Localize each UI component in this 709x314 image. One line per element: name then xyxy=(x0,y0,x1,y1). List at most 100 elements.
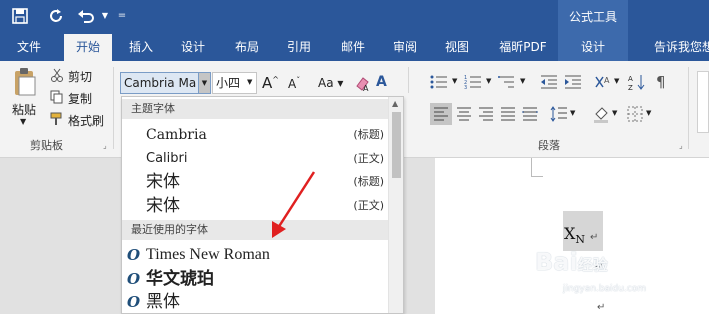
equation[interactable]: XN xyxy=(564,224,585,246)
shading-icon[interactable] xyxy=(592,105,610,123)
font-option-label: Times New Roman xyxy=(146,246,270,263)
clipboard-group-label: 剪贴板 xyxy=(30,139,63,152)
paragraph-launcher-icon[interactable]: ⌟ xyxy=(679,141,683,150)
paragraph-mark: ↵ xyxy=(597,302,606,313)
opentype-font-icon: O xyxy=(127,293,141,311)
paste-label[interactable]: 粘贴 xyxy=(12,101,36,118)
tab-foxit-pdf[interactable]: 福昕PDF xyxy=(490,34,556,61)
copy-button[interactable]: 复制 xyxy=(68,90,92,107)
shrink-font-icon[interactable]: Aˇ xyxy=(288,76,300,91)
align-center-icon[interactable] xyxy=(456,107,472,121)
tab-layout[interactable]: 布局 xyxy=(226,34,268,61)
font-size-dropdown-icon[interactable]: ▼ xyxy=(247,78,252,86)
sort-icon[interactable]: AZ xyxy=(628,73,646,91)
font-option-role: (标题) xyxy=(353,128,384,141)
multilevel-list-icon[interactable] xyxy=(498,74,518,90)
tab-view[interactable]: 视图 xyxy=(436,34,478,61)
undo-icon[interactable] xyxy=(76,6,96,26)
scrollbar-thumb[interactable] xyxy=(392,112,401,178)
font-option-songti-body[interactable]: 宋体 (正文) xyxy=(122,194,388,218)
borders-dropdown-icon[interactable]: ▼ xyxy=(646,109,651,117)
clipboard-launcher-icon[interactable]: ⌟ xyxy=(103,141,107,150)
show-formatting-marks-icon[interactable]: ¶ xyxy=(656,73,666,91)
copy-icon[interactable] xyxy=(50,90,64,104)
svg-text:A: A xyxy=(628,75,633,83)
customize-quick-access-icon[interactable]: = xyxy=(112,6,132,26)
tab-design[interactable]: 设计 xyxy=(172,34,214,61)
watermark-logo: Bai经验 xyxy=(535,248,608,276)
ribbon-tabs: 文件 开始 插入 设计 布局 引用 邮件 审阅 视图 福昕PDF 设计 告诉我您… xyxy=(0,34,709,88)
dropdown-scrollbar[interactable]: ▲ xyxy=(388,97,403,313)
font-option-huawen-hupo[interactable]: O 华文琥珀 xyxy=(122,267,388,291)
svg-text:A: A xyxy=(363,84,369,92)
font-dropdown-list: 主题字体 Cambria (标题) Calibri (正文) 宋体 (标题) 宋… xyxy=(121,96,404,314)
save-icon[interactable] xyxy=(10,6,30,26)
font-name-dropdown-icon[interactable]: ▼ xyxy=(198,72,211,94)
scissors-icon[interactable] xyxy=(50,68,64,82)
font-option-calibri[interactable]: Calibri (正文) xyxy=(122,147,388,171)
numbering-icon[interactable]: 123 xyxy=(464,74,484,90)
change-case-icon[interactable]: Aa ▾ xyxy=(318,76,343,90)
tab-review[interactable]: 审阅 xyxy=(384,34,426,61)
recent-fonts-header: 最近使用的字体 xyxy=(122,220,388,240)
paragraph-mark: ↵ xyxy=(590,232,599,243)
group-separator xyxy=(688,67,689,149)
font-option-label: 宋体 xyxy=(146,172,180,192)
tab-home[interactable]: 开始 xyxy=(64,34,112,61)
paste-dropdown-icon[interactable]: ▼ xyxy=(20,117,26,126)
font-option-role: (正文) xyxy=(353,199,384,212)
styles-gallery[interactable] xyxy=(697,71,709,133)
font-option-songti-heading[interactable]: 宋体 (标题) xyxy=(122,170,388,194)
context-group-label: 公式工具 xyxy=(558,0,628,34)
chinese-layout-icon[interactable]: A xyxy=(594,73,612,91)
chinese-layout-dropdown-icon[interactable]: ▼ xyxy=(614,77,619,85)
equation-base: X xyxy=(564,224,576,243)
font-option-times-new-roman[interactable]: O Times New Roman xyxy=(122,243,388,267)
font-option-label: Cambria xyxy=(146,127,207,143)
tab-references[interactable]: 引用 xyxy=(278,34,320,61)
font-name-input[interactable]: Cambria Ma xyxy=(120,72,200,94)
opentype-font-icon: O xyxy=(127,246,141,264)
svg-text:Z: Z xyxy=(628,84,633,91)
borders-icon[interactable] xyxy=(626,105,644,123)
format-painter-icon[interactable] xyxy=(50,112,64,126)
decrease-indent-icon[interactable] xyxy=(540,74,558,90)
distributed-icon[interactable] xyxy=(522,107,538,121)
document-page[interactable]: XN ↵ ↵ ↵ Bai经验 jingyan.baidu.com xyxy=(435,158,709,314)
paste-icon[interactable] xyxy=(12,67,38,97)
group-separator xyxy=(408,67,409,93)
equation-subscript: N xyxy=(575,233,586,247)
tab-equation-design[interactable]: 设计 xyxy=(558,34,628,61)
clear-formatting-icon[interactable]: A xyxy=(354,74,372,92)
grow-font-icon[interactable]: A^ xyxy=(262,74,279,92)
shading-dropdown-icon[interactable]: ▼ xyxy=(612,109,617,117)
svg-text:A: A xyxy=(604,76,610,85)
tell-me-search[interactable]: 告诉我您想 xyxy=(654,34,709,61)
line-spacing-dropdown-icon[interactable]: ▼ xyxy=(570,109,575,117)
align-left-icon xyxy=(434,107,448,121)
tab-file[interactable]: 文件 xyxy=(6,34,52,61)
paragraph-group-label: 段落 xyxy=(538,139,560,152)
cut-button[interactable]: 剪切 xyxy=(68,68,92,85)
format-painter-button[interactable]: 格式刷 xyxy=(68,112,104,129)
tab-mailings[interactable]: 邮件 xyxy=(332,34,374,61)
group-separator xyxy=(113,67,114,149)
multilevel-dropdown-icon[interactable]: ▼ xyxy=(520,77,525,85)
align-right-icon[interactable] xyxy=(478,107,494,121)
margin-corner-mark xyxy=(531,176,543,177)
redo-refresh-icon[interactable] xyxy=(46,6,66,26)
watermark-url: jingyan.baidu.com xyxy=(563,284,647,294)
bullets-dropdown-icon[interactable]: ▼ xyxy=(452,77,457,85)
numbering-dropdown-icon[interactable]: ▼ xyxy=(486,77,491,85)
font-option-label: 宋体 xyxy=(146,196,180,216)
title-bar: ▼ = 公式工具 xyxy=(0,0,709,34)
justify-icon[interactable] xyxy=(500,107,516,121)
increase-indent-icon[interactable] xyxy=(564,74,582,90)
scroll-up-icon[interactable]: ▲ xyxy=(392,99,398,108)
font-option-heiti[interactable]: O 黑体 xyxy=(122,290,388,313)
tab-insert[interactable]: 插入 xyxy=(120,34,162,61)
phonetic-guide-icon[interactable]: A xyxy=(376,74,387,90)
font-option-cambria[interactable]: Cambria (标题) xyxy=(122,123,388,147)
bullets-icon[interactable] xyxy=(430,74,450,90)
line-spacing-icon[interactable] xyxy=(550,105,568,123)
